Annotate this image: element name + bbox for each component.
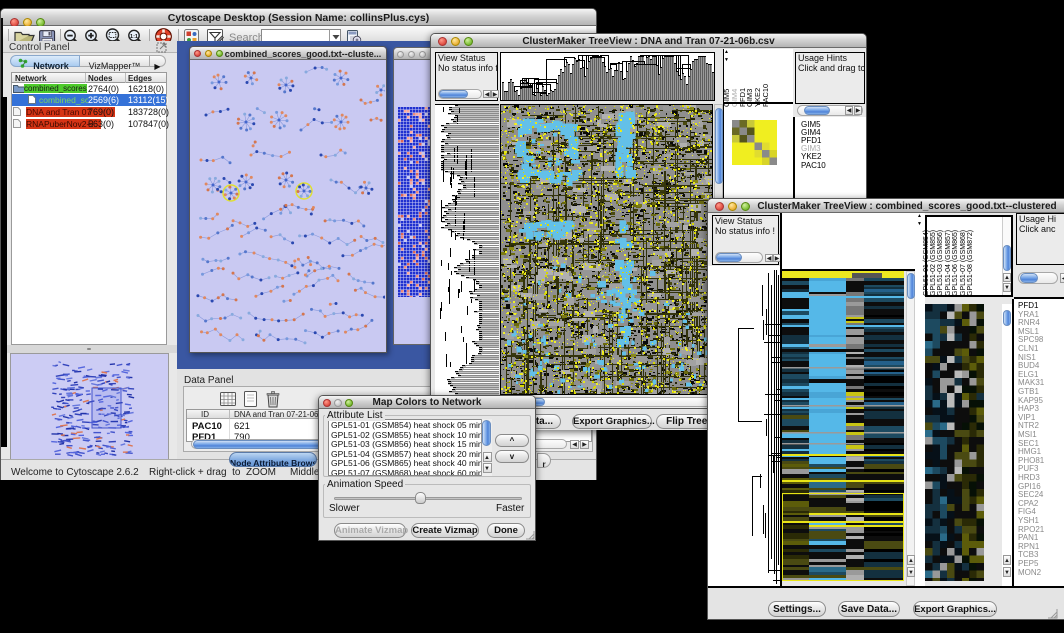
svg-text:1:1: 1:1 [130, 34, 138, 40]
